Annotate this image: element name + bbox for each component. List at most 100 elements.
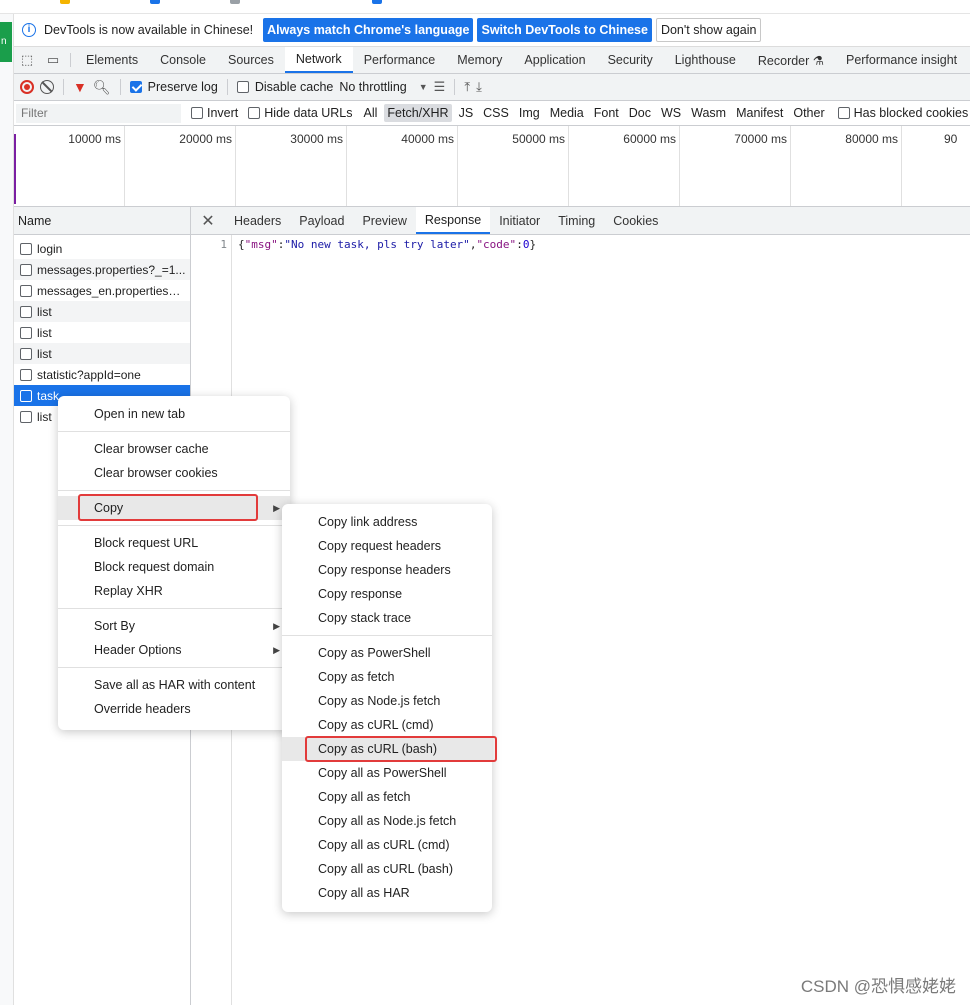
menu-item-copy-as-powershell[interactable]: Copy as PowerShell	[282, 641, 492, 665]
menu-item-open-new-tab[interactable]: Open in new tab	[58, 402, 290, 426]
menu-item-block-domain[interactable]: Block request domain	[58, 555, 290, 579]
tab-elements[interactable]: Elements	[75, 47, 149, 73]
menu-item-copy-stack-trace[interactable]: Copy stack trace	[282, 606, 492, 630]
menu-item-copy-as-curl-cmd[interactable]: Copy as cURL (cmd)	[282, 713, 492, 737]
tab-security[interactable]: Security	[597, 47, 664, 73]
dont-show-again-button[interactable]: Don't show again	[655, 18, 762, 42]
request-type-icon	[20, 263, 32, 276]
record-icon[interactable]	[20, 80, 34, 94]
tab-preview[interactable]: Preview	[353, 207, 415, 234]
menu-item-copy[interactable]: Copy ▶	[58, 496, 290, 520]
preserve-log-checkbox[interactable]	[129, 81, 142, 93]
tab-initiator[interactable]: Initiator	[490, 207, 549, 234]
inspect-element-icon[interactable]: ⬚	[14, 47, 40, 73]
menu-item-clear-cache[interactable]: Clear browser cache	[58, 437, 290, 461]
menu-item-block-url[interactable]: Block request URL	[58, 531, 290, 555]
network-overview-timeline[interactable]: 10000 ms 20000 ms 30000 ms 40000 ms 5000…	[14, 126, 970, 207]
menu-item-copy-response-headers[interactable]: Copy response headers	[282, 558, 492, 582]
menu-item-copy-as-node-fetch[interactable]: Copy as Node.js fetch	[282, 689, 492, 713]
device-toolbar-icon[interactable]: ▭	[40, 47, 66, 73]
tab-application[interactable]: Application	[513, 47, 596, 73]
tab-sources[interactable]: Sources	[217, 47, 285, 73]
tab-console[interactable]: Console	[149, 47, 217, 73]
menu-item-copy-all-fetch[interactable]: Copy all as fetch	[282, 785, 492, 809]
type-filter-doc[interactable]: Doc	[626, 104, 654, 122]
type-filter-manifest[interactable]: Manifest	[733, 104, 786, 122]
timeline-tick-label: 60000 ms	[623, 132, 676, 146]
timeline-gridline	[235, 126, 236, 206]
request-row[interactable]: messages_en.properties?_...	[14, 280, 190, 301]
chevron-down-icon[interactable]: ▼	[419, 82, 428, 92]
tab-performance[interactable]: Performance	[353, 47, 447, 73]
type-filter-fetch-xhr[interactable]: Fetch/XHR	[384, 104, 452, 122]
request-row[interactable]: list	[14, 301, 190, 322]
type-filter-media[interactable]: Media	[547, 104, 587, 122]
switch-to-chinese-button[interactable]: Switch DevTools to Chinese	[477, 18, 652, 42]
tab-recorder[interactable]: Recorder ⚗	[747, 47, 835, 73]
timeline-tick-label: 10000 ms	[68, 132, 121, 146]
menu-item-copy-response[interactable]: Copy response	[282, 582, 492, 606]
response-body[interactable]: {"msg":"No new task, pls try later","cod…	[238, 238, 536, 251]
type-filter-other[interactable]: Other	[790, 104, 827, 122]
menu-item-copy-all-powershell[interactable]: Copy all as PowerShell	[282, 761, 492, 785]
tab-response[interactable]: Response	[415, 207, 491, 234]
tab-network[interactable]: Network	[284, 47, 353, 73]
invert-checkbox[interactable]	[191, 107, 203, 119]
clear-icon[interactable]	[40, 80, 54, 94]
request-row[interactable]: login	[14, 238, 190, 259]
request-row[interactable]: list	[14, 322, 190, 343]
menu-item-copy-all-node-fetch[interactable]: Copy all as Node.js fetch	[282, 809, 492, 833]
search-icon[interactable]: 🔍︎	[93, 79, 111, 96]
tab-timing[interactable]: Timing	[549, 207, 604, 234]
has-blocked-cookies-checkbox[interactable]	[837, 107, 850, 119]
hide-data-urls-checkbox[interactable]	[248, 107, 261, 119]
has-blocked-cookies-label: Has blocked cookies	[853, 106, 969, 120]
request-type-icon	[20, 410, 32, 423]
menu-item-copy-as-curl-bash[interactable]: Copy as cURL (bash)	[282, 737, 492, 761]
type-filter-css[interactable]: CSS	[480, 104, 512, 122]
timeline-tick-label: 30000 ms	[290, 132, 343, 146]
tab-memory[interactable]: Memory	[446, 47, 513, 73]
menu-item-copy-request-headers[interactable]: Copy request headers	[282, 534, 492, 558]
network-conditions-icon[interactable]: ☰	[434, 79, 446, 95]
has-blocked-cookies-option[interactable]: Has blocked cookies	[837, 106, 969, 120]
tab-cookies[interactable]: Cookies	[604, 207, 667, 234]
request-row[interactable]: statistic?appId=one	[14, 364, 190, 385]
menu-item-copy-link-address[interactable]: Copy link address	[282, 510, 492, 534]
filter-funnel-icon[interactable]: ▼	[73, 79, 87, 95]
filter-input[interactable]	[16, 103, 181, 123]
always-match-language-button[interactable]: Always match Chrome's language	[263, 18, 474, 42]
hide-data-urls-option[interactable]: Hide data URLs	[248, 106, 353, 120]
type-filter-ws[interactable]: WS	[658, 104, 684, 122]
throttling-select[interactable]: No throttling	[339, 80, 406, 94]
menu-item-copy-all-curl-bash[interactable]: Copy all as cURL (bash)	[282, 857, 492, 881]
tab-payload[interactable]: Payload	[290, 207, 353, 234]
menu-item-copy-all-curl-cmd[interactable]: Copy all as cURL (cmd)	[282, 833, 492, 857]
menu-item-override-headers[interactable]: Override headers	[58, 697, 290, 721]
export-har-icon[interactable]: ⤓	[476, 79, 482, 95]
menu-item-clear-cookies[interactable]: Clear browser cookies	[58, 461, 290, 485]
menu-item-replay-xhr[interactable]: Replay XHR	[58, 579, 290, 603]
type-filter-img[interactable]: Img	[516, 104, 543, 122]
menu-separator	[58, 667, 290, 668]
request-type-icon	[20, 284, 32, 297]
name-column-header[interactable]: Name	[14, 207, 190, 235]
menu-item-save-har[interactable]: Save all as HAR with content	[58, 673, 290, 697]
close-icon[interactable]: ✕	[191, 207, 225, 234]
invert-option[interactable]: Invert	[191, 106, 238, 120]
tab-lighthouse[interactable]: Lighthouse	[664, 47, 747, 73]
import-har-icon[interactable]: ⤒	[464, 79, 470, 95]
menu-item-copy-all-har[interactable]: Copy all as HAR	[282, 881, 492, 905]
request-row[interactable]: list	[14, 343, 190, 364]
type-filter-wasm[interactable]: Wasm	[688, 104, 729, 122]
tab-headers[interactable]: Headers	[225, 207, 290, 234]
disable-cache-checkbox[interactable]	[236, 81, 249, 93]
tab-performance-insights[interactable]: Performance insight	[835, 47, 968, 73]
type-filter-js[interactable]: JS	[456, 104, 477, 122]
type-filter-all[interactable]: All	[361, 104, 381, 122]
request-row[interactable]: messages.properties?_=1...	[14, 259, 190, 280]
type-filter-font[interactable]: Font	[591, 104, 622, 122]
menu-item-header-options[interactable]: Header Options ▶	[58, 638, 290, 662]
menu-item-sort-by[interactable]: Sort By ▶	[58, 614, 290, 638]
menu-item-copy-as-fetch[interactable]: Copy as fetch	[282, 665, 492, 689]
